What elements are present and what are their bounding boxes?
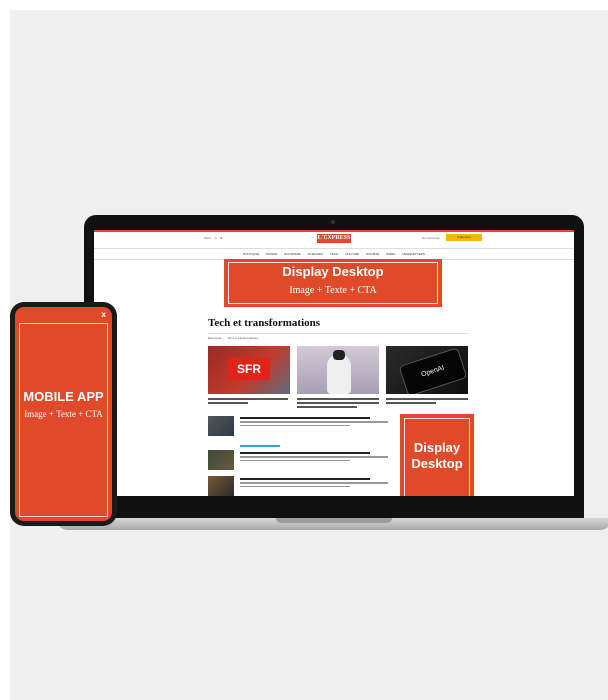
- mobile-app-ad-title[interactable]: MOBILE APP: [15, 389, 112, 404]
- article-headline: [297, 398, 379, 408]
- nav-item[interactable]: SOCIÉTÉ: [366, 252, 379, 256]
- laptop-display: Menu Q ⚙ L'EXPRESS Se connecter S'abonne…: [84, 215, 584, 518]
- list-item-image: [208, 416, 234, 436]
- nav-item[interactable]: ÉCONOMIE: [284, 252, 300, 256]
- nav-item[interactable]: NEWSLETTERS: [402, 252, 425, 256]
- phone-screen: x MOBILE APP Image + Texte + CTA: [15, 307, 112, 521]
- subscribe-button[interactable]: S'abonner: [446, 234, 482, 241]
- list-item-text: [240, 478, 388, 487]
- article-image: OpenAI: [386, 346, 468, 394]
- section-title: Tech et transformations: [208, 317, 321, 329]
- nav-item[interactable]: TECH: [330, 252, 338, 256]
- article-image: SFR: [208, 346, 290, 394]
- list-item[interactable]: [208, 442, 388, 470]
- nav-item[interactable]: POLITIQUE: [243, 252, 259, 256]
- nav-item[interactable]: MONDE: [266, 252, 277, 256]
- site-header: Menu Q ⚙ L'EXPRESS Se connecter S'abonne…: [94, 232, 574, 246]
- close-icon[interactable]: x: [102, 310, 106, 319]
- openai-logo: OpenAI: [398, 347, 468, 394]
- list-item-image: [208, 476, 234, 496]
- article-card[interactable]: [297, 346, 379, 410]
- list-item[interactable]: [208, 468, 388, 496]
- display-desktop-side-ad[interactable]: Display Desktop: [400, 414, 474, 496]
- camera-icon: [331, 220, 335, 224]
- article-card[interactable]: OpenAI: [386, 346, 468, 406]
- article-image: [297, 346, 379, 394]
- banner-ad-title: Display Desktop: [282, 264, 384, 279]
- display-desktop-banner-ad[interactable]: Display Desktop Image + Texte + CTA: [224, 259, 442, 307]
- menu-link[interactable]: Menu: [204, 236, 212, 240]
- laptop-base: [56, 518, 608, 530]
- section-divider: [208, 333, 468, 334]
- phone-ad-frame: [19, 323, 108, 517]
- section-tabs: Économie Tech et transformations: [208, 336, 259, 340]
- robot-figure: [327, 354, 351, 394]
- mobile-app-ad-subtitle: Image + Texte + CTA: [24, 409, 103, 419]
- list-item-text: [240, 452, 388, 461]
- side-ad-text: Display Desktop: [400, 440, 474, 472]
- list-item-text: [240, 417, 388, 426]
- list-item-image: [208, 450, 234, 470]
- robot-head: [333, 350, 345, 360]
- side-ad-line1: Display: [413, 440, 461, 455]
- article-card[interactable]: SFR: [208, 346, 290, 406]
- header-left-links: Menu Q ⚙: [204, 236, 223, 240]
- laptop-screen: Menu Q ⚙ L'EXPRESS Se connecter S'abonne…: [94, 230, 574, 496]
- nav-item[interactable]: IDÉES: [386, 252, 395, 256]
- signin-link[interactable]: Se connecter: [422, 236, 440, 240]
- list-item[interactable]: [208, 416, 388, 438]
- site-logo[interactable]: L'EXPRESS: [317, 234, 351, 243]
- search-icon[interactable]: Q: [215, 236, 217, 240]
- article-headline: [208, 398, 290, 404]
- article-headline: [386, 398, 468, 404]
- nav-item[interactable]: SCIENCES: [308, 252, 323, 256]
- sfr-logo: SFR: [228, 358, 270, 380]
- tab-tech[interactable]: Tech et transformations: [227, 336, 258, 340]
- background-stage: Menu Q ⚙ L'EXPRESS Se connecter S'abonne…: [10, 10, 608, 700]
- smartphone: x MOBILE APP Image + Texte + CTA: [10, 302, 117, 526]
- nav-item[interactable]: CULTURE: [345, 252, 359, 256]
- side-ad-line2: Desktop: [411, 456, 463, 471]
- laptop-notch: [276, 518, 392, 523]
- banner-ad-subtitle: Image + Texte + CTA: [289, 285, 377, 296]
- settings-icon[interactable]: ⚙: [220, 236, 223, 240]
- tab-economie[interactable]: Économie: [208, 336, 221, 340]
